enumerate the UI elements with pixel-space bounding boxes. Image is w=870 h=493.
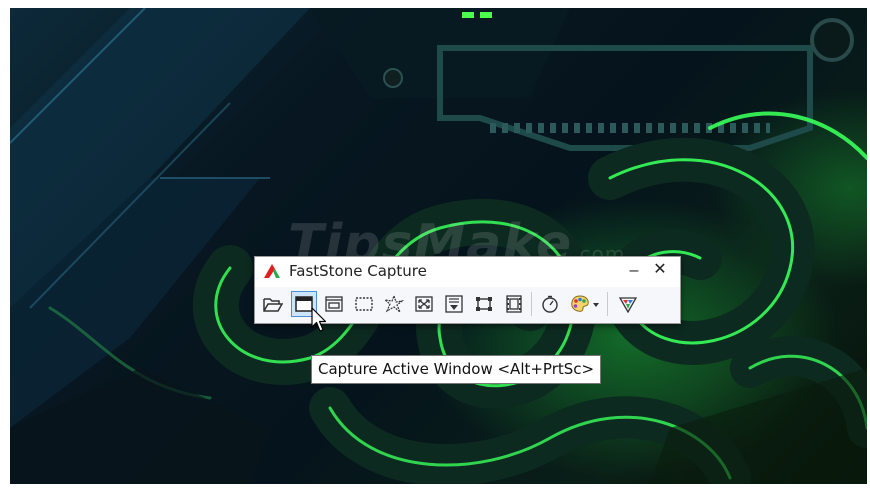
close-button[interactable]: ✕: [651, 260, 669, 280]
open-folder-button[interactable]: [260, 291, 286, 317]
window-object-icon: [325, 296, 343, 312]
faststone-logo-icon: [264, 264, 280, 278]
rectangle-region-icon: [355, 297, 373, 311]
scrolling-window-icon: [445, 295, 463, 313]
capture-full-screen-button[interactable]: [411, 291, 437, 317]
toolbar-separator: [531, 292, 532, 316]
window-titlebar[interactable]: FastStone Capture – ✕: [255, 257, 680, 285]
toolbar-separator: [607, 292, 608, 316]
window-title: FastStone Capture: [289, 262, 427, 280]
tooltip: Capture Active Window <Alt+PrtSc>: [311, 355, 602, 384]
capture-freehand-region-button[interactable]: [381, 291, 407, 317]
minimize-button[interactable]: –: [625, 260, 643, 280]
palette-icon: [571, 295, 599, 312]
desktop-wallpaper: TipsMake.com: [10, 8, 867, 484]
capture-scrolling-window-button[interactable]: [441, 291, 467, 317]
timer-icon: [542, 295, 558, 313]
capture-fixed-region-button[interactable]: [471, 291, 497, 317]
output-options-button[interactable]: [567, 291, 603, 317]
capture-rectangular-region-button[interactable]: [351, 291, 377, 317]
faststone-menu-icon: [618, 297, 638, 313]
film-icon: [506, 295, 522, 313]
folder-open-icon: [263, 298, 283, 312]
settings-menu-button[interactable]: [615, 291, 641, 317]
fixed-region-icon: [476, 297, 492, 311]
freehand-region-icon: [384, 295, 404, 313]
full-screen-icon: [415, 296, 433, 312]
mouse-pointer-icon: [311, 307, 327, 332]
screen-recorder-button[interactable]: [501, 291, 527, 317]
delay-timer-button[interactable]: [537, 291, 563, 317]
